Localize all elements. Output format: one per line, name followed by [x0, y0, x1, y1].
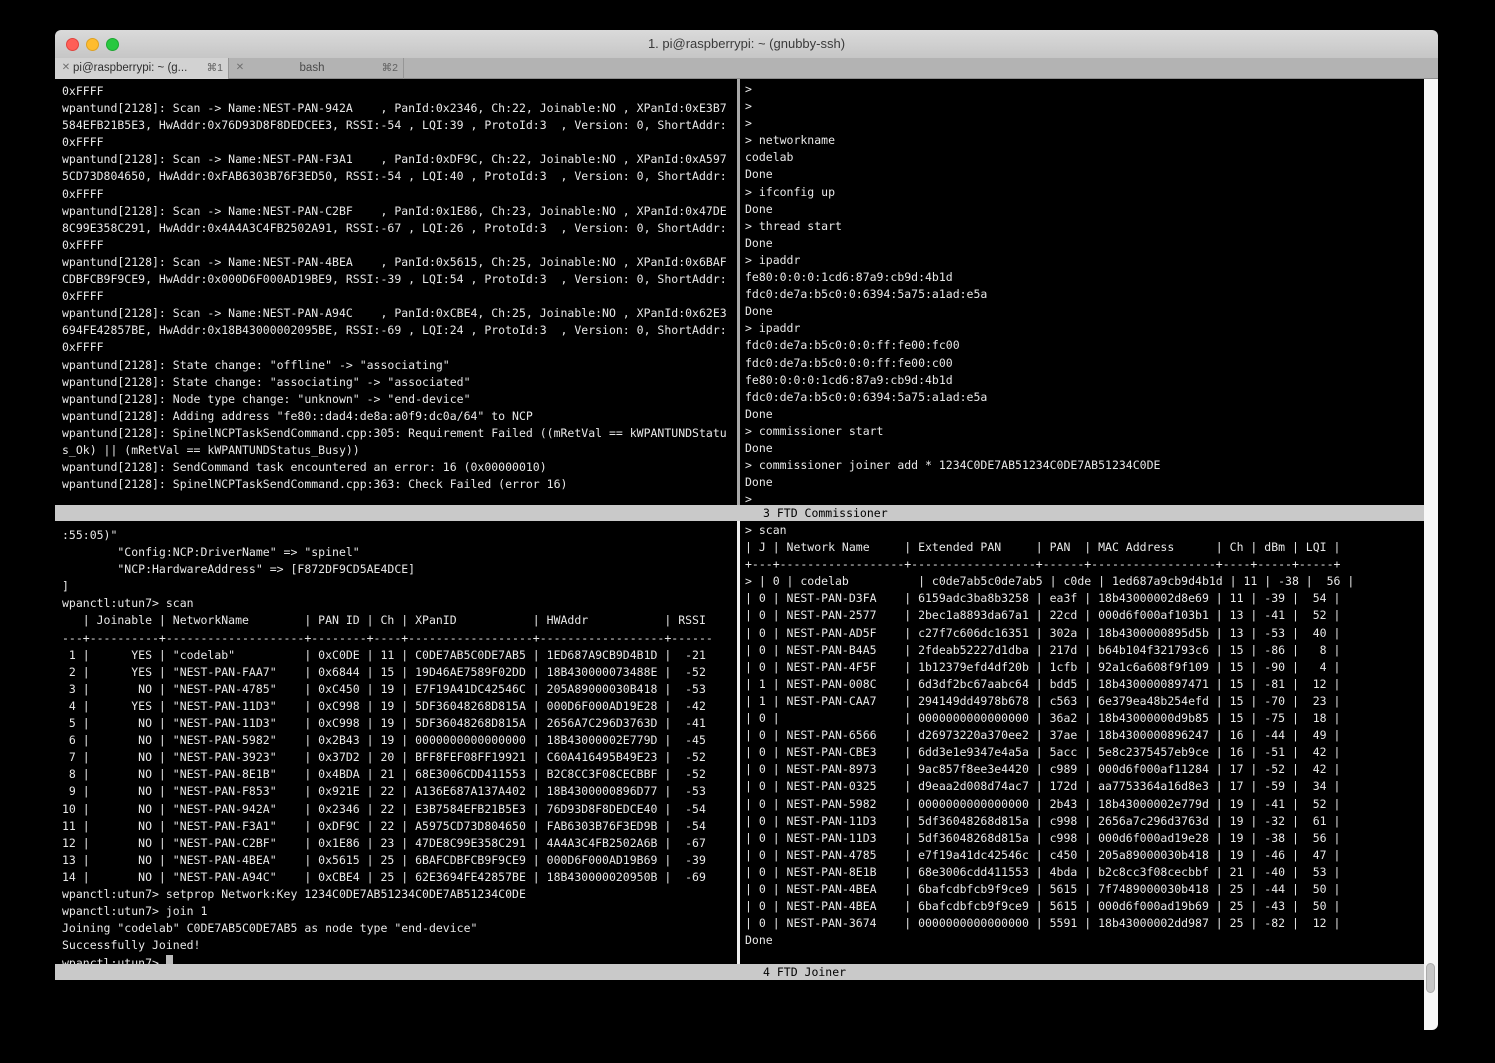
tab-bar: ✕ pi@raspberrypi: ~ (g... ⌘1 ✕ bash ⌘2	[55, 58, 1438, 79]
wpantund-pane-label: 0 wpantund	[117, 522, 186, 536]
title-bar[interactable]: 1. pi@raspberrypi: ~ (gnubby-ssh)	[55, 30, 1438, 59]
tab-shortcut: ⌘1	[207, 58, 223, 78]
pane-ftd-commissioner[interactable]: > > > > networkname codelab Done > ifcon…	[745, 81, 1424, 505]
terminal-window: 1. pi@raspberrypi: ~ (gnubby-ssh) ✕ pi@r…	[55, 30, 1438, 1030]
ftd-commissioner-pane-label: 3 FTD Commissioner	[763, 505, 888, 521]
pane-status-bar-bottom: 1 NCP Joiner 4 FTD Joiner	[55, 964, 1424, 980]
pane-wpantund-log[interactable]: 0xFFFF wpantund[2128]: Scan -> Name:NEST…	[62, 83, 737, 505]
tab-pi-raspberrypi[interactable]: ✕ pi@raspberrypi: ~ (g... ⌘1	[55, 58, 229, 79]
pane-ftd-joiner[interactable]: > scan | J | Network Name | Extended PAN…	[745, 522, 1424, 964]
tab-close-icon[interactable]: ✕	[59, 58, 73, 78]
terminal-content: 0xFFFF wpantund[2128]: Scan -> Name:NEST…	[55, 79, 1438, 1030]
ftd-joiner-pane-label: 4 FTD Joiner	[763, 964, 846, 980]
scrollbar-thumb[interactable]	[1426, 963, 1435, 993]
tab-label: pi@raspberrypi: ~ (g...	[73, 58, 202, 78]
tab-close-icon[interactable]: ✕	[233, 58, 247, 78]
pane-status-bar-top: 0 wpantund 3 FTD Commissioner	[55, 505, 1424, 521]
ncp-joiner-pane-label: 1 NCP Joiner	[117, 981, 200, 995]
tab-label: bash	[247, 58, 377, 78]
window-title: 1. pi@raspberrypi: ~ (gnubby-ssh)	[55, 30, 1438, 58]
scrollbar[interactable]	[1424, 79, 1438, 1030]
pane-divider-bottom[interactable]	[737, 521, 740, 964]
pane-ncp-joiner[interactable]: :55:05)" "Config:NCP:DriverName" => "spi…	[62, 527, 737, 964]
tab-shortcut: ⌘2	[382, 58, 398, 78]
pane-divider-top[interactable]	[737, 79, 740, 505]
tab-bash[interactable]: ✕ bash ⌘2	[229, 58, 404, 79]
